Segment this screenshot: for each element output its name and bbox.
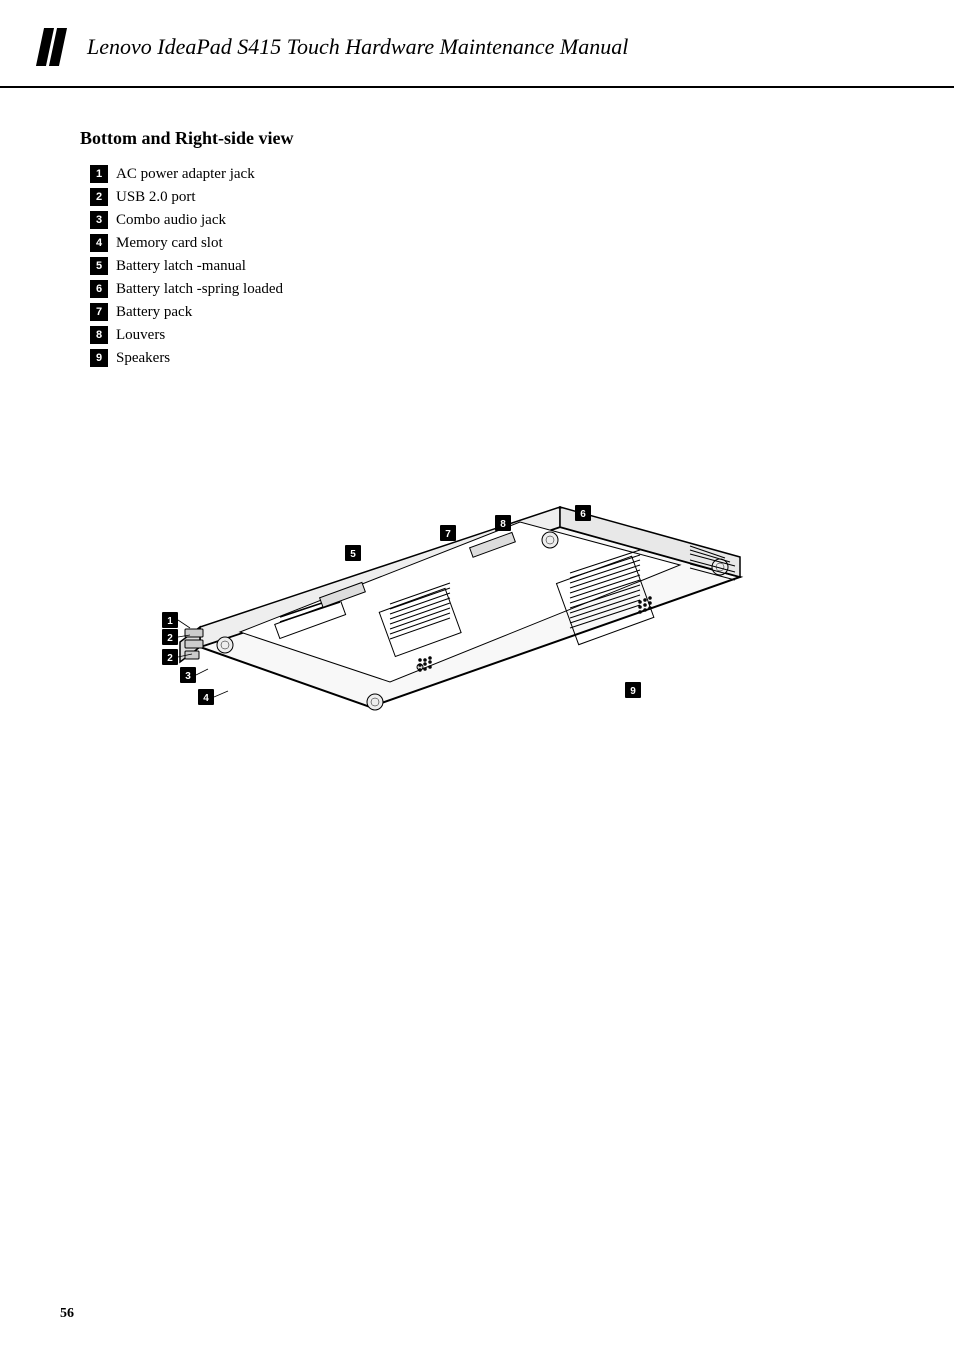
badge-9-diagram: 9 — [625, 682, 641, 698]
list-item: 7 Battery pack — [90, 303, 894, 321]
badge-4-diagram: 4 — [198, 689, 228, 705]
list-item: 6 Battery latch -spring loaded — [90, 280, 894, 298]
item-label: Battery latch -manual — [116, 258, 246, 275]
item-label: Louvers — [116, 327, 165, 344]
badge-1-diagram: 1 — [162, 612, 190, 628]
list-item: 5 Battery latch -manual — [90, 257, 894, 275]
svg-text:5: 5 — [350, 549, 356, 560]
item-label: Combo audio jack — [116, 212, 226, 229]
item-label: Battery latch -spring loaded — [116, 281, 283, 298]
svg-text:9: 9 — [630, 686, 636, 697]
list-item: 3 Combo audio jack — [90, 211, 894, 229]
page-footer: 56 — [60, 1306, 74, 1322]
item-number-badge: 5 — [90, 257, 108, 275]
svg-text:2: 2 — [167, 653, 173, 664]
components-list: 1 AC power adapter jack 2 USB 2.0 port 3 Comb… — [90, 165, 894, 367]
badge-7-diagram: 7 — [440, 525, 456, 541]
section-title: Bottom and Right-side view — [80, 128, 894, 149]
page-number: 56 — [60, 1306, 74, 1321]
item-number-badge: 9 — [90, 349, 108, 367]
svg-text:1: 1 — [167, 616, 173, 627]
list-item: 8 Louvers — [90, 326, 894, 344]
item-label: USB 2.0 port — [116, 189, 196, 206]
item-label: AC power adapter jack — [116, 166, 255, 183]
svg-text:8: 8 — [500, 519, 506, 530]
svg-text:3: 3 — [185, 671, 191, 682]
item-number-badge: 1 — [90, 165, 108, 183]
laptop-diagram: 6 8 7 5 1 — [80, 397, 780, 737]
list-item: 9 Speakers — [90, 349, 894, 367]
badge-3-diagram: 3 — [180, 667, 208, 683]
list-item: 2 USB 2.0 port — [90, 188, 894, 206]
item-number-badge: 8 — [90, 326, 108, 344]
svg-text:4: 4 — [203, 693, 209, 704]
item-number-badge: 4 — [90, 234, 108, 252]
badge-8-diagram: 8 — [495, 515, 511, 531]
badge-5-diagram: 5 — [345, 545, 361, 561]
page-header: Lenovo IdeaPad S415 Touch Hardware Maint… — [0, 0, 954, 88]
badge-6-diagram: 6 — [575, 505, 591, 521]
svg-text:6: 6 — [580, 509, 586, 520]
item-number-badge: 2 — [90, 188, 108, 206]
item-number-badge: 3 — [90, 211, 108, 229]
svg-text:7: 7 — [445, 529, 451, 540]
main-content: Bottom and Right-side view 1 AC power ada… — [0, 98, 954, 777]
list-item: 4 Memory card slot — [90, 234, 894, 252]
lenovo-logo — [40, 28, 71, 66]
item-number-badge: 6 — [90, 280, 108, 298]
item-label: Speakers — [116, 350, 170, 367]
document-title: Lenovo IdeaPad S415 Touch Hardware Maint… — [87, 34, 628, 60]
svg-text:2: 2 — [167, 633, 173, 644]
diagram-container: 6 8 7 5 1 — [80, 397, 780, 737]
logo-marks — [40, 28, 63, 66]
item-number-badge: 7 — [90, 303, 108, 321]
item-label: Memory card slot — [116, 235, 223, 252]
list-item: 1 AC power adapter jack — [90, 165, 894, 183]
item-label: Battery pack — [116, 304, 192, 321]
